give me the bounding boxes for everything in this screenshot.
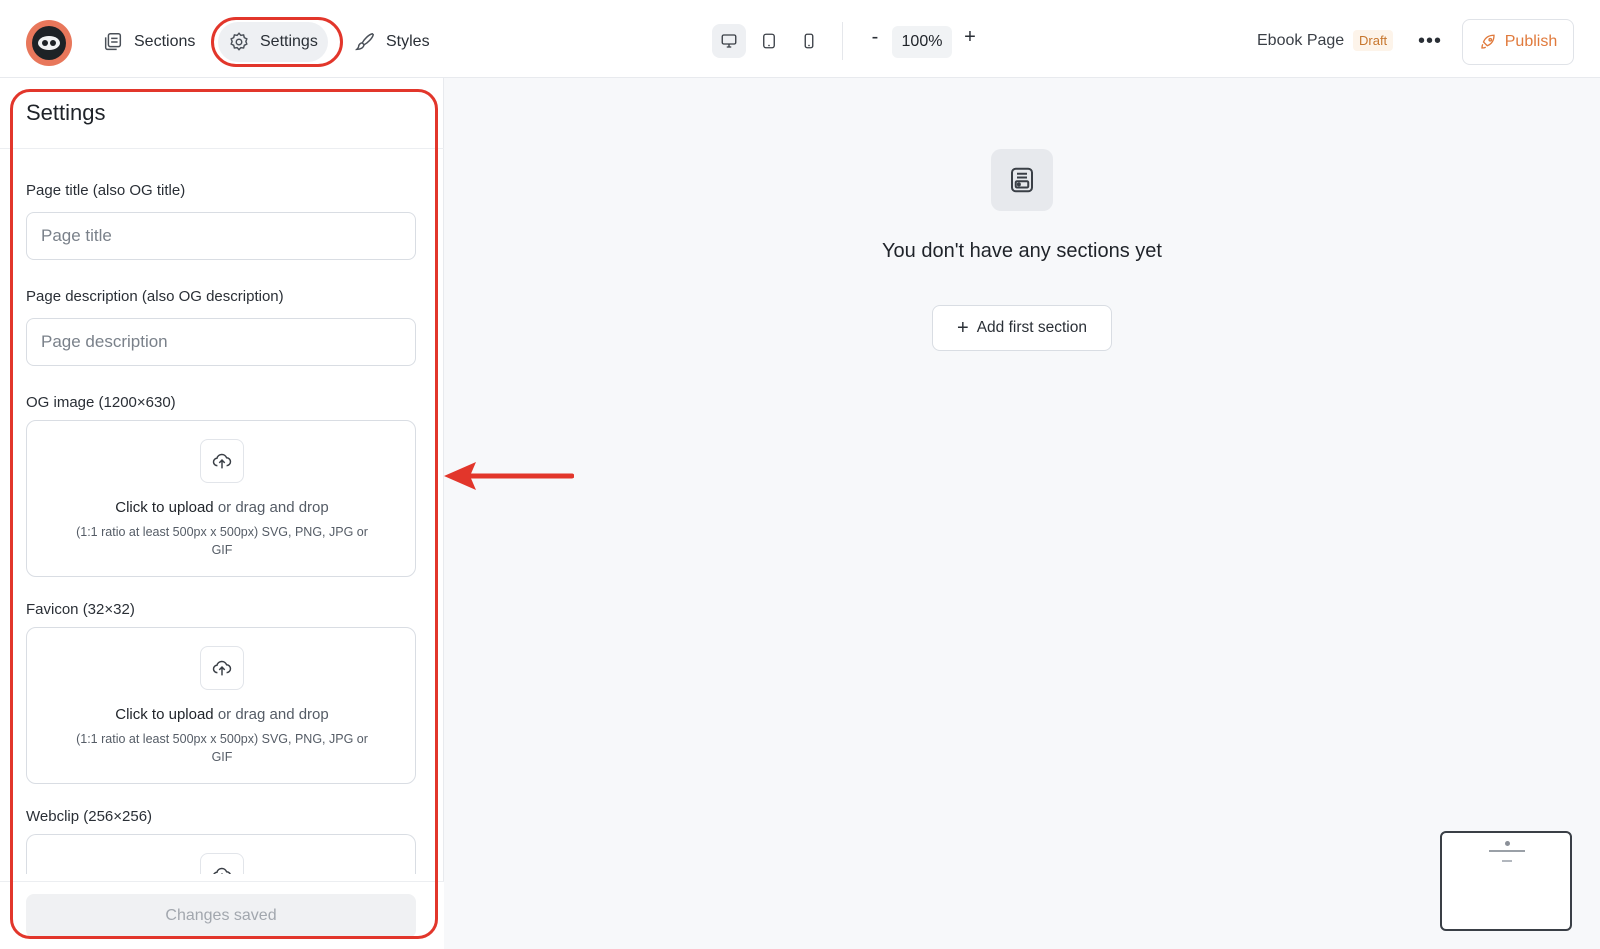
app-logo[interactable] <box>26 20 72 66</box>
more-options-button[interactable]: ••• <box>1418 30 1442 53</box>
nav-styles-label: Styles <box>386 33 430 50</box>
zoom-in-button[interactable]: + <box>958 26 982 49</box>
add-first-section-label: Add first section <box>976 319 1087 336</box>
mobile-icon <box>804 33 814 49</box>
zoom-out-button[interactable]: - <box>863 26 887 49</box>
add-first-section-button[interactable]: + Add first section <box>932 305 1112 351</box>
red-arrow-annotation <box>444 462 574 490</box>
zoom-level[interactable]: 100% <box>892 26 952 58</box>
nav-sections[interactable]: Sections <box>92 22 205 62</box>
mobile-view-button[interactable] <box>792 24 826 58</box>
minimap-button-line <box>1502 860 1512 862</box>
empty-state-icon <box>991 149 1053 211</box>
page-name: Ebook Page <box>1257 32 1345 49</box>
top-bar: Sections Settings Styles - 100% + Ebook … <box>0 0 1600 78</box>
desktop-icon <box>721 34 737 48</box>
nav-styles[interactable]: Styles <box>344 22 440 62</box>
sections-icon <box>104 33 122 51</box>
empty-state-message: You don't have any sections yet <box>882 240 1162 262</box>
settings-highlight-annotation <box>211 17 343 67</box>
desktop-view-button[interactable] <box>712 24 746 58</box>
minimap-text-line <box>1489 850 1525 852</box>
rocket-icon <box>1481 34 1495 49</box>
settings-panel-highlight-annotation <box>10 89 438 939</box>
canvas-minimap[interactable] <box>1440 831 1572 931</box>
device-switcher <box>712 24 826 58</box>
sloth-logo-icon <box>32 26 66 60</box>
nav-sections-label: Sections <box>134 33 196 50</box>
page-layout-icon <box>1011 167 1033 193</box>
toolbar-divider <box>842 22 843 60</box>
publish-label: Publish <box>1504 33 1558 50</box>
tablet-view-button[interactable] <box>752 24 786 58</box>
tablet-icon <box>763 33 775 49</box>
status-badge: Draft <box>1353 30 1394 51</box>
brush-icon <box>354 32 375 51</box>
minimap-icon <box>1505 841 1510 846</box>
plus-icon: + <box>957 317 969 339</box>
publish-button[interactable]: Publish <box>1462 19 1574 65</box>
